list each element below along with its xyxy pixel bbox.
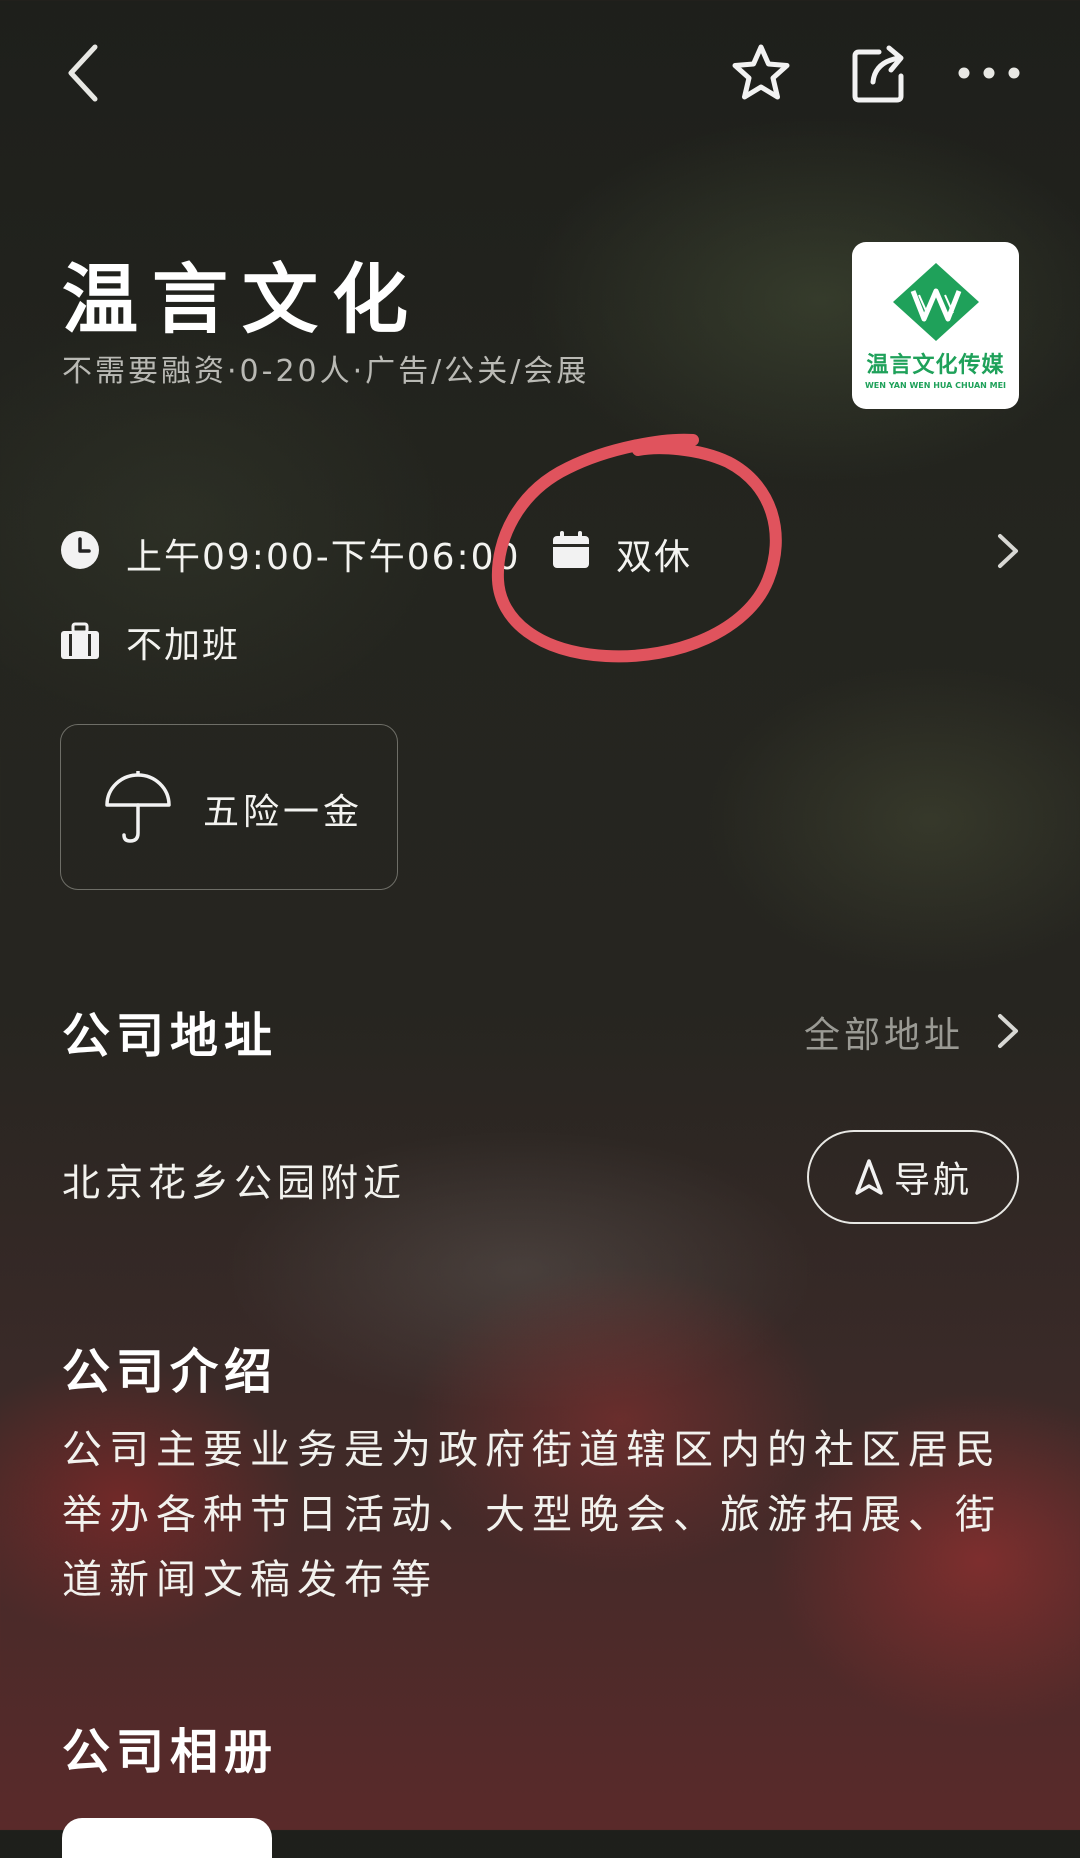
back-arrow-icon <box>68 44 98 102</box>
company-location: 北京花乡公园附近 <box>62 1161 407 1205</box>
chevron-right-icon <box>998 534 1018 568</box>
all-addresses-link[interactable]: 全部地址 <box>804 1004 1022 1056</box>
company-intro-text: 公司主要业务是为政府街道辖区内的社区居民举办各种节日活动、大型晚会、旅游拓展、街… <box>62 1427 1002 1603</box>
logo-subtext: WEN YAN WEN HUA CHUAN MEI <box>864 381 1007 390</box>
logo-mark-icon <box>892 263 979 341</box>
chevron-right-icon <box>998 1014 1018 1048</box>
welfare-card[interactable]: 五险一金 <box>60 724 398 890</box>
welfare-item: 五险一金 <box>203 792 364 833</box>
umbrella-icon <box>105 771 171 843</box>
annotation-circle <box>491 433 782 663</box>
navigate-button[interactable]: 导航 <box>807 1130 1019 1224</box>
share-button[interactable] <box>846 40 912 106</box>
company-name: 温言文化 <box>62 255 422 344</box>
overtime-policy: 不加班 <box>126 625 241 666</box>
logo-text: 温言文化传媒 <box>866 353 1005 378</box>
all-addresses-label: 全部地址 <box>804 1015 965 1056</box>
navigate-label: 导航 <box>893 1160 972 1201</box>
more-button[interactable] <box>956 56 1022 90</box>
clock-icon <box>61 531 99 569</box>
company-meta: 不需要融资·0-20人·广告/公关/会展 <box>62 354 590 389</box>
navigate-arrow-icon <box>855 1159 883 1195</box>
intro-section-title: 公司介绍 <box>62 1344 279 1400</box>
album-thumbnail[interactable] <box>62 1818 272 1858</box>
album-section-title: 公司相册 <box>62 1724 279 1780</box>
star-icon <box>732 44 790 100</box>
more-dots-icon <box>958 67 1020 79</box>
favorite-button[interactable] <box>728 40 794 106</box>
address-section-title: 公司地址 <box>62 1008 279 1064</box>
work-hours: 上午09:00-下午06:00 <box>126 537 521 578</box>
share-icon <box>852 45 904 103</box>
briefcase-icon <box>61 622 99 659</box>
company-logo: 温言文化传媒 WEN YAN WEN HUA CHUAN MEI <box>852 242 1019 409</box>
back-button[interactable] <box>58 40 108 106</box>
